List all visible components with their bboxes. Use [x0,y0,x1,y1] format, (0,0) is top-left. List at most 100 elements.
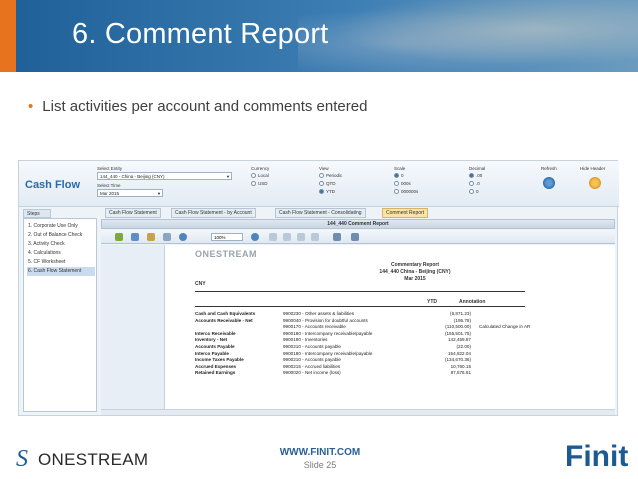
currency-label: Currency [251,166,270,171]
row-account: Accounts Receivable - Net [195,317,253,323]
row-ytd: 142,459.87 [448,337,471,343]
scale-option-000s[interactable]: 000s [394,181,411,187]
hide-header-label: Hide Header [580,166,606,171]
report-side-panel [101,245,165,409]
row-code: 9900040 - Provision for doubtful account… [283,317,368,323]
row-ytd: (155,501.75) [444,330,471,336]
page-setup-icon[interactable] [147,233,155,241]
slide-number: Slide 25 [303,460,337,470]
tab-cash-flow-statement[interactable]: Cash Flow Statement [105,208,161,218]
view-option-ytd[interactable]: YTD [319,189,335,195]
steps-tab[interactable]: Steps [23,209,51,218]
row-account: Accounts Payable [195,344,235,349]
row-code: 9900190 - Inventories [283,337,328,343]
footer-url[interactable]: WWW.FINIT.COM [270,447,370,458]
row-ytd: 87,576.61 [450,370,471,376]
table-row: Income Taxes Payable 9900210 - Accounts p… [195,357,555,363]
step-item[interactable]: 4. Calculations [27,249,95,258]
row-ytd: 154,822.04 [448,350,471,356]
report-toolbar: 100% [101,230,615,244]
row-account: Interco Payable [195,350,229,356]
row-code: 9900215 - Accrued liabilities [283,363,341,369]
row-code: 9900180 - Intercompany receivable/payabl… [283,350,373,356]
app-name: Cash Flow [25,179,81,191]
hide-header-icon[interactable] [589,177,601,189]
bullet-point: • List activities per account and comment… [28,98,367,115]
entity-select[interactable]: 144_440 - China - Beijing (CNY) ▼ [97,172,232,180]
tab-cash-flow-consolidating[interactable]: Cash Flow Statement - Consolidating [275,208,366,218]
email-icon[interactable] [351,233,359,241]
row-annotation: Calculated Change in AR [479,324,531,330]
title-banner: 6. Comment Report [0,0,638,72]
row-account: Cash and Cash Equivalents [195,311,256,316]
print-icon[interactable] [131,233,139,241]
row-ytd: (6,871.23) [450,311,471,316]
first-page-icon[interactable] [269,233,277,241]
onestream-logo-text: ONESTREAM [38,450,149,469]
chevron-down-icon: ▼ [226,174,230,179]
table-row: Inventory - Net 9900190 - Inventories 142,… [195,337,555,343]
zoom-input[interactable]: 100% [211,233,243,241]
report-entity: 144_440 China - Beijing (CNY) [379,269,451,275]
table-row: 9900170 - Accounts receivable (110,500.00… [195,324,555,330]
scale-option-0[interactable]: 0 [394,173,404,179]
time-select-value: Mar 2015 [100,191,120,196]
row-ytd: (22.00) [456,344,471,349]
horizontal-scrollbar[interactable] [101,409,615,415]
save-icon[interactable] [333,233,341,241]
table-row: Accrued Expenses 9900215 - Accrued liabil… [195,364,555,370]
find-icon[interactable] [251,233,259,241]
tab-comment-report[interactable]: Comment Report [382,208,429,218]
scale-label: Scale [394,166,406,171]
radio-selected-icon [394,173,399,179]
app-header: Cash Flow Select Entity 144_440 - China … [19,161,619,207]
report-currency: CNY [195,281,206,287]
view-label: View [319,166,329,171]
accent-bar [0,0,16,72]
currency-option-local[interactable]: Local [251,173,269,179]
last-page-icon[interactable] [311,233,319,241]
decimal-option-1[interactable]: .0 [469,181,480,187]
table-row: Interco Payable 9900180 - Intercompany re… [195,351,555,357]
slide-title: 6. Comment Report [72,18,329,50]
table-row: Accounts Payable 9900210 - Accounts payab… [195,344,555,350]
view-option-qtd[interactable]: QTD [319,181,336,187]
column-header-ytd: YTD [427,299,437,305]
refresh-icon[interactable] [543,177,555,189]
step-item[interactable]: 2. Out of Balance Check [27,231,95,240]
decimal-option-2[interactable]: .00 [469,173,482,179]
view-option-periodic[interactable]: Periodic [319,173,342,179]
radio-icon [251,173,256,179]
report-title-bar: 144_440 Comment Report [101,219,615,229]
row-ytd: 10,760.15 [450,363,471,369]
zoom-icon[interactable] [179,233,187,241]
row-code: 9900230 - Other assets & liabilities [283,311,354,316]
scale-option-000000s[interactable]: 000000s [394,189,418,195]
row-account: Income Taxes Payable [195,357,244,363]
step-item-selected[interactable]: 6. Cash Flow Statement [27,267,95,276]
step-item[interactable]: 1. Corporate Use Only [27,222,95,231]
layout-icon[interactable] [163,233,171,241]
finit-logo: Finit [565,440,629,473]
radio-icon [469,189,474,195]
divider [195,306,525,307]
divider [195,291,525,292]
radio-icon [469,181,474,187]
previous-page-icon[interactable] [283,233,291,241]
app-window: Cash Flow Select Entity 144_440 - China … [18,160,619,416]
select-entity-label: Select Entity [97,166,123,171]
step-item[interactable]: 5. CF Worksheet [27,258,95,267]
time-select[interactable]: Mar 2015 ▼ [97,189,163,197]
chevron-down-icon: ▼ [157,191,161,196]
radio-icon [394,181,399,187]
report-heading: Commentary Report [390,262,440,268]
row-code: 9900020 - Net income (loss) [283,370,341,376]
currency-option-usd[interactable]: USD [251,181,268,187]
export-icon[interactable] [115,233,123,241]
step-item[interactable]: 3. Activity Check [27,240,95,249]
tab-cash-flow-by-account[interactable]: Cash Flow Statement - by Account [171,208,256,218]
next-page-icon[interactable] [297,233,305,241]
select-time-label: Select Time [97,183,121,188]
decimal-option-0[interactable]: 0 [469,189,479,195]
row-code: 9900180 - Intercompany receivable/payabl… [283,330,373,336]
